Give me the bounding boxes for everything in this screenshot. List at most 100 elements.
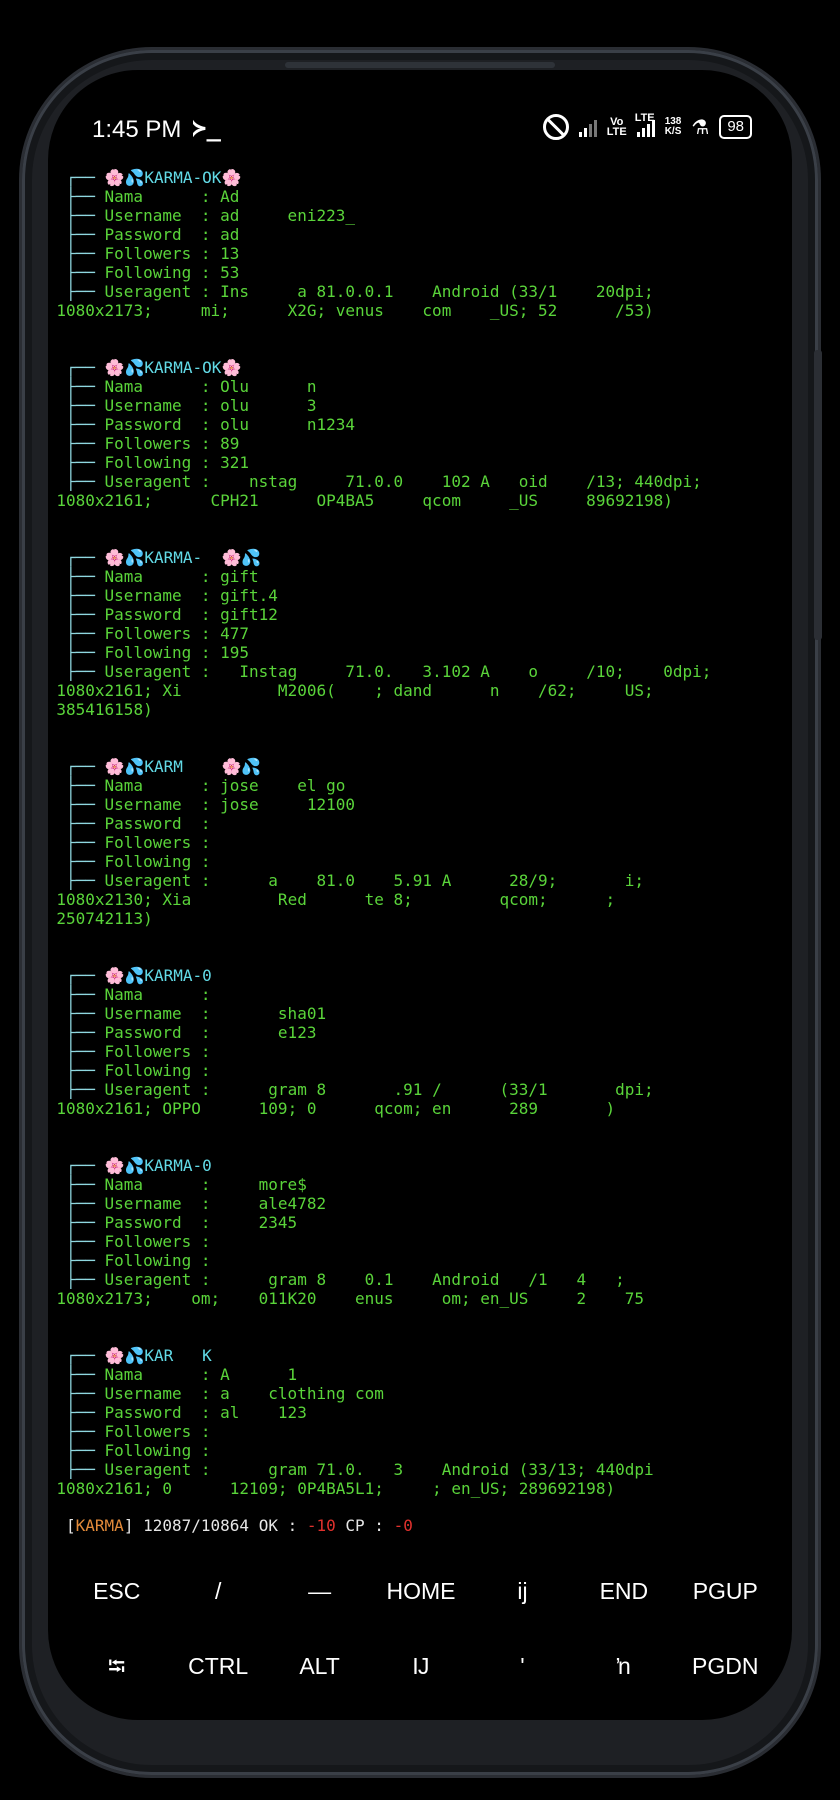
field-value: more$: [220, 1175, 307, 1194]
field-value: 2345: [220, 1213, 298, 1232]
useragent-continuation: 1080x2130; Xia Red te 8; qcom; ;: [56, 890, 616, 909]
field-password: ├── Password : e123: [66, 1023, 317, 1042]
status-bar: 1:45 PM ≻_ Vo LTE LTE 138 K/S ⚗ 98: [92, 112, 752, 152]
result-entry: ┌── 🌸💦KARMA- 🌸💦 ├── Nama : gift ├── Userna…: [56, 548, 756, 719]
result-entry: ┌── 🌸💦KARMA-OK🌸 ├── Nama : Olu n ├── Usern…: [56, 358, 756, 510]
extra-keys-row-1: ESC / — HOME ĳ END PGUP: [66, 1566, 776, 1616]
key-row2-0[interactable]: ⭾: [66, 1641, 167, 1691]
key-row2-6[interactable]: PGDN: [675, 1641, 776, 1691]
volte-badge: Vo LTE: [606, 116, 627, 138]
field-label: Nama: [104, 377, 144, 396]
field-label: Following: [104, 852, 192, 871]
field-value: 13: [220, 244, 240, 263]
field-value: 195: [220, 643, 250, 662]
key-row1-6[interactable]: PGUP: [675, 1566, 776, 1616]
do-not-disturb-icon: [542, 114, 569, 140]
field-password: ├── Password : ad: [66, 225, 240, 244]
field-following: ├── Following :: [66, 1251, 221, 1270]
field-label: Nama: [104, 187, 144, 206]
field-value: jose 12100: [220, 795, 355, 814]
field-value: Ad: [220, 187, 240, 206]
field-followers: ├── Followers :: [66, 1042, 221, 1061]
field-label: Followers: [104, 1042, 192, 1061]
field-password: ├── Password : olu n1234: [66, 415, 355, 434]
result-entry: ┌── 🌸💦KARMA-0 ├── Nama : more$ ├── Usernam…: [56, 1156, 756, 1308]
lte-signal-icon: LTE: [635, 113, 655, 137]
field-following: ├── Following :: [66, 852, 221, 871]
field-value: Olu n: [220, 377, 317, 396]
flask-icon: ⚗: [691, 116, 710, 139]
field-label: Following: [104, 643, 192, 662]
key-row1-2[interactable]: —: [269, 1566, 370, 1616]
key-row1-0[interactable]: ESC: [66, 1566, 167, 1616]
field-followers: ├── Followers : 477: [66, 624, 250, 643]
field-label: Followers: [104, 1422, 192, 1441]
useragent-continuation: 1080x2173; om; 011K20 enus om; en_US 2 7…: [56, 1289, 644, 1308]
field-label: Username: [104, 795, 182, 814]
field-useragent: ├── Useragent : gram 8 0.1 Android /1 4 …: [66, 1270, 625, 1289]
field-password: ├── Password : gift12: [66, 605, 278, 624]
field-label: Nama: [104, 776, 144, 795]
key-row1-5[interactable]: END: [573, 1566, 674, 1616]
key-row1-1[interactable]: /: [167, 1566, 268, 1616]
field-value: sha01: [220, 1004, 327, 1023]
field-label: Useragent: [104, 1460, 192, 1479]
net-speed: 138 K/S: [664, 116, 682, 137]
key-row2-5[interactable]: ŉ: [573, 1641, 674, 1691]
key-row2-1[interactable]: CTRL: [167, 1641, 268, 1691]
field-value: a 81.0 5.91 A 28/9; i;: [220, 871, 644, 890]
field-label: Username: [104, 396, 182, 415]
field-useragent: ├── Useragent : Instag 71.0. 3.102 A o /…: [66, 662, 712, 681]
field-label: Following: [104, 1251, 192, 1270]
field-username: ├── Username : sha01: [66, 1004, 327, 1023]
field-label: Nama: [104, 1365, 144, 1384]
key-row2-3[interactable]: Ĳ: [370, 1641, 471, 1691]
field-label: Useragent: [104, 1080, 192, 1099]
result-entry: ┌── 🌸💦KARMA-0 ├── Nama : ├── Username : s…: [56, 966, 756, 1118]
entry-header: ┌── 🌸💦KARMA-OK🌸: [66, 358, 242, 377]
key-row1-3[interactable]: HOME: [370, 1566, 471, 1616]
field-value: gram 71.0. 3 Android (33/13; 440dpi: [220, 1460, 654, 1479]
field-value: gift12: [220, 605, 278, 624]
field-value: Instag 71.0. 3.102 A o /10; 0dpi;: [220, 662, 712, 681]
field-followers: ├── Followers :: [66, 1232, 221, 1251]
field-value: al 123: [220, 1403, 307, 1422]
field-username: ├── Username : gift.4: [66, 586, 278, 605]
field-value: 89: [220, 434, 240, 453]
field-useragent: ├── Useragent : a 81.0 5.91 A 28/9; i;: [66, 871, 644, 890]
field-followers: ├── Followers :: [66, 833, 221, 852]
field-value: e123: [220, 1023, 317, 1042]
key-row2-4[interactable]: ʹ: [472, 1641, 573, 1691]
field-label: Following: [104, 1441, 192, 1460]
field-followers: ├── Followers :: [66, 1422, 221, 1441]
useragent-continuation: 1080x2161; Xi M2006( ; dand n /62; US;: [56, 681, 654, 700]
field-following: ├── Following : 195: [66, 643, 250, 662]
field-label: Username: [104, 1194, 182, 1213]
field-useragent: ├── Useragent : gram 71.0. 3 Android (33…: [66, 1460, 654, 1479]
clock: 1:45 PM: [92, 116, 182, 143]
field-label: Nama: [104, 1175, 144, 1194]
key-row1-4[interactable]: ĳ: [472, 1566, 573, 1616]
summary-line: [KARMA] 12087/10864 OK : -10 CP : -0: [66, 1516, 413, 1535]
field-label: Useragent: [104, 871, 192, 890]
field-label: Followers: [104, 244, 192, 263]
key-row2-2[interactable]: ALT: [269, 1641, 370, 1691]
volume-up-button: [814, 350, 822, 430]
field-label: Following: [104, 1061, 192, 1080]
terminal-output[interactable]: ┌── 🌸💦KARMA-OK🌸 ├── Nama : Ad ├── Username…: [56, 168, 756, 1536]
result-entry: ┌── 🌸💦KARM 🌸💦 ├── Nama : jose el go ├── Us…: [56, 757, 756, 928]
useragent-continuation: 1080x2173; mi; X2G; venus com _US; 52 /5…: [56, 301, 654, 320]
entry-header: ┌── 🌸💦KAR K: [66, 1346, 212, 1365]
ok-count: -10: [306, 1516, 336, 1535]
field-label: Nama: [104, 567, 144, 586]
field-value: ale4782: [220, 1194, 327, 1213]
field-label: Followers: [104, 833, 192, 852]
field-label: Nama: [104, 985, 144, 1004]
entry-header: ┌── 🌸💦KARMA-0: [66, 966, 212, 985]
field-nama: ├── Nama : Olu n: [66, 377, 317, 396]
field-value: nstag 71.0.0 102 A oid /13; 440dpi;: [220, 472, 702, 491]
field-label: Username: [104, 1384, 182, 1403]
battery-icon: 98: [719, 115, 752, 139]
extra-keys-row-2: ⭾ CTRL ALT Ĳ ʹ ŉ PGDN: [66, 1641, 776, 1691]
result-entry: ┌── 🌸💦KARMA-OK🌸 ├── Nama : Ad ├── Username…: [56, 168, 756, 320]
